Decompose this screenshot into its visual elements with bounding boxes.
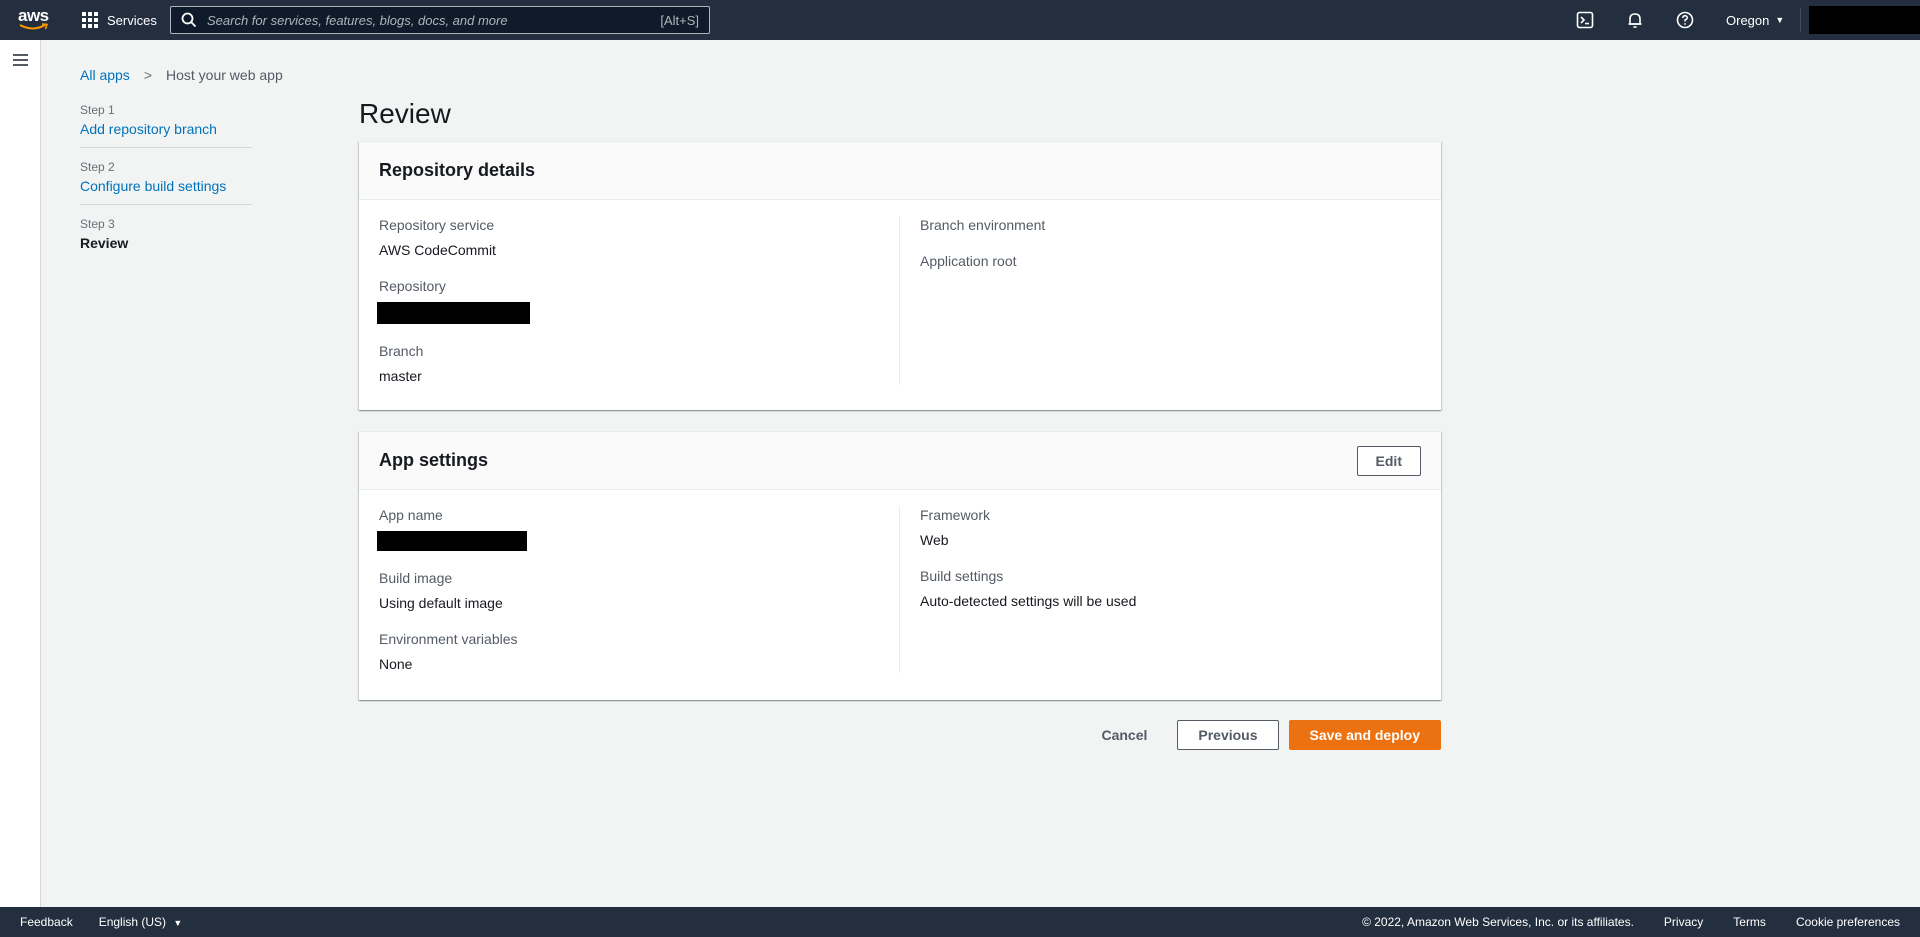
search-bar[interactable]: [Alt+S]: [170, 6, 710, 34]
app-settings-panel: App settings Edit App name Build image U…: [359, 431, 1441, 700]
panel-body: App name Build image Using default image…: [359, 490, 1441, 691]
field-label: Build image: [379, 570, 453, 586]
step-number: Step 3: [80, 217, 115, 231]
side-rail: [0, 40, 41, 907]
previous-button[interactable]: Previous: [1177, 720, 1279, 750]
field-value: Using default image: [379, 595, 503, 611]
field-label: Branch: [379, 343, 424, 359]
page-title: Review: [359, 98, 451, 129]
search-input[interactable]: [197, 12, 661, 28]
caret-down-icon: ▼: [173, 918, 183, 928]
privacy-link[interactable]: Privacy: [1664, 915, 1703, 929]
left-column: Repository service AWS CodeCommit Reposi…: [377, 216, 900, 385]
top-nav: aws Services [Alt+S] Oregon ▼: [0, 0, 1920, 40]
field-label: Framework: [920, 507, 991, 523]
panel-body: Repository service AWS CodeCommit Reposi…: [359, 200, 1441, 403]
redacted-repository-name: [377, 302, 530, 324]
field-branch-environment: Branch environment: [920, 216, 1421, 234]
right-column: Framework Web Build settings Auto-detect…: [900, 506, 1421, 673]
step-number: Step 1: [80, 103, 115, 117]
field-value: None: [379, 656, 413, 672]
region-selector[interactable]: Oregon ▼: [1726, 0, 1784, 40]
menu-icon[interactable]: [13, 54, 28, 66]
save-and-deploy-button[interactable]: Save and deploy: [1288, 720, 1441, 750]
language-label: English (US): [98, 915, 167, 929]
step-link-add-repository-branch[interactable]: Add repository branch: [80, 121, 252, 137]
panel-title: Repository details: [379, 160, 536, 180]
footer: Feedback English (US) ▼ © 2022, Amazon W…: [0, 907, 1920, 937]
footer-right: © 2022, Amazon Web Services, Inc. or its…: [1362, 915, 1900, 929]
panel-header: Repository details: [359, 142, 1441, 200]
field-label: Environment variables: [379, 631, 518, 647]
field-value: AWS CodeCommit: [379, 242, 496, 258]
terms-link[interactable]: Terms: [1733, 915, 1766, 929]
field-value: master: [379, 368, 422, 384]
bell-icon[interactable]: [1626, 11, 1644, 29]
aws-logo[interactable]: aws: [18, 6, 52, 34]
field-value: Web: [920, 532, 949, 548]
caret-down-icon: ▼: [1775, 15, 1785, 25]
left-column: App name Build image Using default image…: [377, 506, 900, 673]
field-app-name: App name: [377, 506, 879, 551]
wizard-actions: Cancel Previous Save and deploy: [1081, 720, 1441, 750]
field-label: App name: [379, 507, 443, 523]
wizard-steps: Step 1 Add repository branch Step 2 Conf…: [80, 103, 252, 273]
wizard-step-2: Step 2 Configure build settings: [80, 160, 252, 205]
step-number: Step 2: [80, 160, 115, 174]
language-selector[interactable]: English (US) ▼: [99, 915, 183, 929]
step-link-configure-build-settings[interactable]: Configure build settings: [80, 178, 252, 194]
search-icon: [181, 12, 197, 28]
field-label: Repository service: [379, 217, 495, 233]
cancel-button[interactable]: Cancel: [1081, 720, 1167, 750]
redacted-app-name: [377, 531, 527, 551]
field-repository-service: Repository service AWS CodeCommit: [379, 216, 879, 259]
chevron-right-icon: >: [143, 67, 152, 83]
account-menu-redacted[interactable]: [1809, 6, 1920, 34]
feedback-link[interactable]: Feedback: [20, 915, 73, 929]
field-label: Build settings: [920, 568, 1004, 584]
footer-left: Feedback English (US) ▼: [20, 915, 182, 929]
cloudshell-icon[interactable]: [1576, 11, 1594, 29]
search-shortcut: [Alt+S]: [660, 12, 699, 28]
grid-icon: [82, 12, 98, 28]
field-environment-variables: Environment variables None: [379, 630, 879, 673]
field-framework: Framework Web: [920, 506, 1421, 549]
aws-smile-icon: [19, 23, 49, 30]
field-repository: Repository: [377, 277, 879, 324]
panel-header: App settings Edit: [359, 432, 1441, 490]
field-application-root: Application root: [920, 252, 1421, 270]
nav-divider: [1800, 8, 1801, 32]
right-column: Branch environment Application root: [900, 216, 1421, 385]
field-build-image: Build image Using default image: [379, 569, 879, 612]
field-branch: Branch master: [379, 342, 879, 385]
field-label: Branch environment: [920, 217, 1046, 233]
field-label: Application root: [920, 253, 1017, 269]
help-icon[interactable]: [1676, 11, 1694, 29]
breadcrumb-all-apps[interactable]: All apps: [80, 67, 130, 83]
edit-button[interactable]: Edit: [1356, 445, 1421, 476]
panel-title: App settings: [379, 450, 489, 470]
breadcrumb-current: Host your web app: [166, 67, 283, 83]
field-label: Repository: [379, 278, 446, 294]
wizard-step-1: Step 1 Add repository branch: [80, 103, 252, 148]
step-current-review: Review: [80, 235, 129, 251]
region-label: Oregon: [1726, 12, 1770, 28]
services-menu-button[interactable]: Services: [82, 0, 157, 40]
cookie-preferences-link[interactable]: Cookie preferences: [1796, 915, 1900, 929]
breadcrumb: All apps > Host your web app: [80, 67, 283, 83]
field-build-settings: Build settings Auto-detected settings wi…: [920, 567, 1421, 610]
repository-details-panel: Repository details Repository service AW…: [359, 141, 1441, 410]
wizard-step-3: Step 3 Review: [80, 217, 252, 261]
copyright-text: © 2022, Amazon Web Services, Inc. or its…: [1362, 915, 1634, 929]
field-value: Auto-detected settings will be used: [920, 593, 1137, 609]
services-label: Services: [107, 12, 157, 28]
